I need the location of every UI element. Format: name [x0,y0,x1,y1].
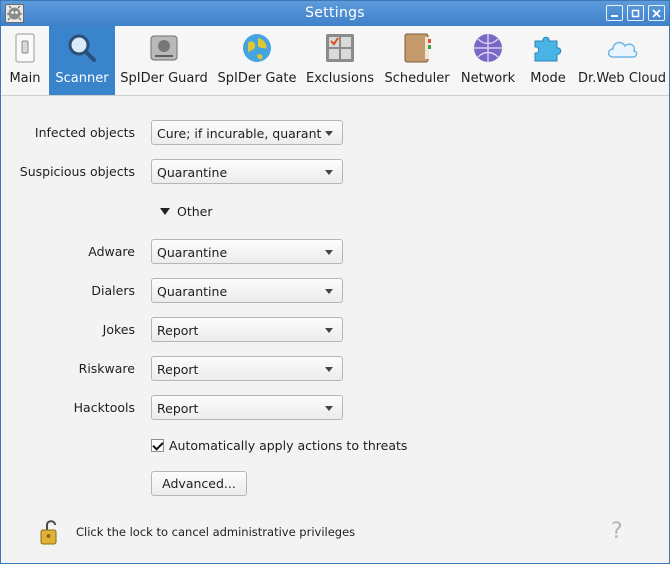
advanced-button[interactable]: Advanced... [151,471,247,496]
tab-spider-gate[interactable]: SpIDer Gate [213,26,301,95]
chevron-down-icon [325,367,333,372]
hacktools-label: Hacktools [73,400,135,415]
tab-label: Network [460,71,516,86]
dialers-select[interactable]: Quarantine [151,278,343,303]
tab-label: Main [9,71,41,86]
chevron-down-icon [325,406,333,411]
auto-apply-label: Automatically apply actions to threats [169,438,408,453]
tab-network[interactable]: Network [455,26,521,95]
tab-label: Exclusions [305,71,375,86]
chevron-down-icon [325,250,333,255]
infected-objects-label: Infected objects [34,125,135,140]
maximize-button[interactable] [627,5,644,21]
tab-scanner[interactable]: Scanner [49,26,115,95]
adware-label: Adware [88,244,135,259]
suspicious-objects-select[interactable]: Quarantine [151,159,343,184]
auto-apply-checkbox[interactable] [151,439,164,452]
tab-label: Scanner [55,71,109,86]
other-label: Other [177,204,213,219]
magnifier-icon [65,31,99,65]
close-icon [652,8,661,18]
close-button[interactable] [648,5,665,21]
puzzle-icon [531,31,565,65]
select-value: Report [157,401,199,416]
guard-icon [147,31,181,65]
chevron-down-icon [325,131,333,136]
switch-icon [8,31,42,65]
tab-main[interactable]: Main [1,26,49,95]
tab-mode[interactable]: Mode [521,26,575,95]
jokes-select[interactable]: Report [151,317,343,342]
cloud-icon [605,31,639,65]
suspicious-objects-label: Suspicious objects [19,164,135,179]
select-value: Report [157,362,199,377]
tab-exclusions[interactable]: Exclusions [301,26,379,95]
tab-scheduler[interactable]: Scheduler [379,26,455,95]
tab-label: SpIDer Guard [120,71,208,86]
tab-label: Scheduler [384,71,450,86]
tab-label: Mode [530,71,566,86]
minimize-button[interactable] [606,5,623,21]
minimize-icon [611,14,618,17]
maximize-icon [631,9,640,17]
infected-objects-select[interactable]: Cure; if incurable, quarantine [151,120,343,145]
dialers-label: Dialers [91,283,135,298]
window-title: Settings [305,5,365,21]
settings-window: Settings Main Scanner SpIDer Guard SpIDe… [0,0,670,564]
expander-triangle-icon [160,208,170,215]
chevron-down-icon [325,328,333,333]
riskware-label: Riskware [78,361,135,376]
adware-select[interactable]: Quarantine [151,239,343,264]
tab-drweb-cloud[interactable]: Dr.Web Cloud [575,26,669,95]
select-value: Cure; if incurable, quarantine [157,126,322,141]
lock-hint: Click the lock to cancel administrative … [76,525,356,539]
chevron-down-icon [325,289,333,294]
hacktools-select[interactable]: Report [151,395,343,420]
riskware-select[interactable]: Report [151,356,343,381]
select-value: Quarantine [157,245,228,260]
tab-label: SpIDer Gate [217,71,297,86]
settings-toolbar: Main Scanner SpIDer Guard SpIDer Gate Ex… [1,26,669,96]
help-icon[interactable]: ? [611,519,623,544]
tab-label: Dr.Web Cloud [578,71,666,86]
lock-icon[interactable] [40,518,62,546]
select-value: Quarantine [157,284,228,299]
chevron-down-icon [325,170,333,175]
exclusions-icon [323,31,357,65]
tab-spider-guard[interactable]: SpIDer Guard [115,26,213,95]
title-bar: Settings [1,1,669,26]
jokes-label: Jokes [102,322,135,337]
select-value: Quarantine [157,165,228,180]
network-icon [471,31,505,65]
book-icon [400,31,434,65]
globe-icon [240,31,274,65]
other-expander[interactable]: Other [160,204,213,219]
select-value: Report [157,323,199,338]
auto-apply-option[interactable]: Automatically apply actions to threats [151,438,407,453]
